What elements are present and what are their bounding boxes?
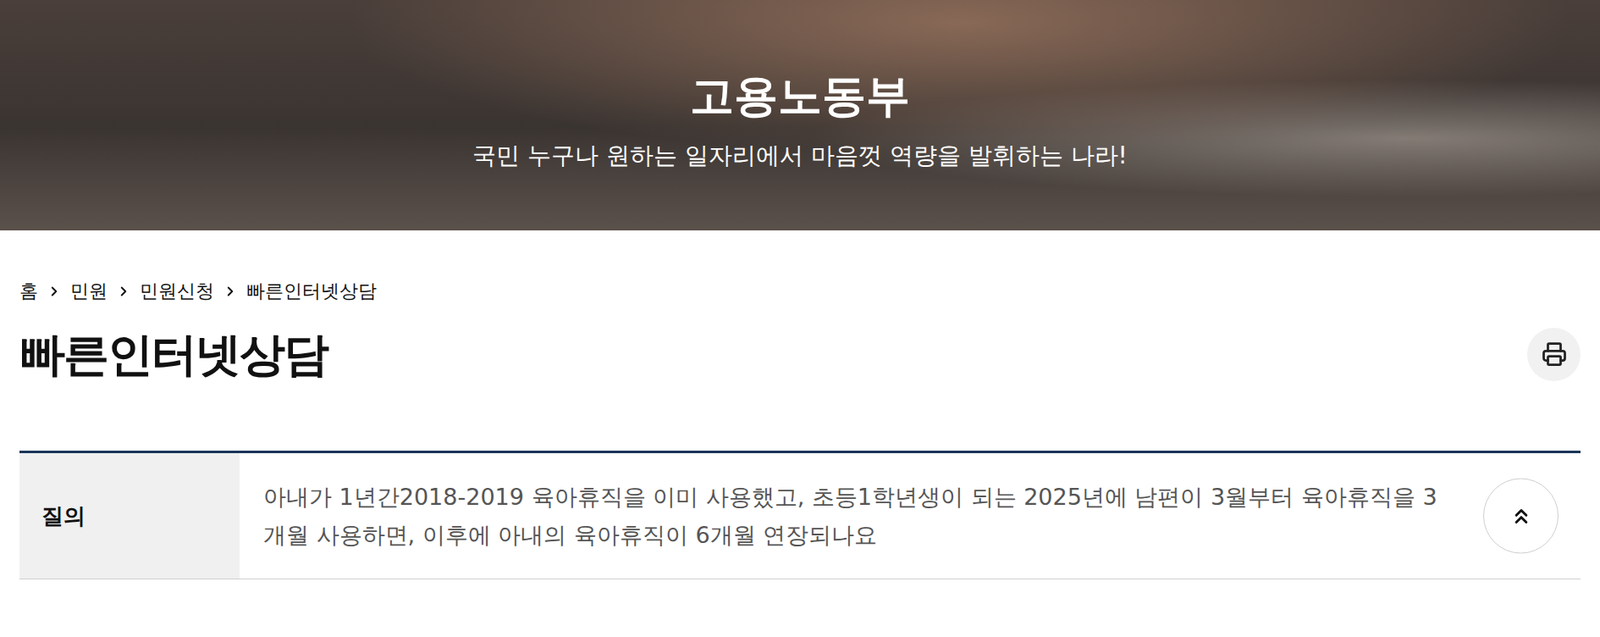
page: 고용노동부국민 누구나 원하는 일자리에서 마음껏 역량을 발휘하는 나라! 홈 민… [0, 0, 1600, 637]
qa-table: 질의아내가 1년간2018-2019 육아휴직을 이미 사용했고, 초등1학년생… [19, 450, 1581, 580]
chevron-right-icon [46, 283, 62, 299]
page-title: 빠른인터넷상담 [19, 325, 328, 384]
breadcrumb-item[interactable]: 민원 [70, 279, 108, 304]
chevron-right-icon [115, 283, 132, 299]
printer-icon [1541, 341, 1567, 367]
chevron-right-icon [222, 283, 238, 299]
title-row: 빠른인터넷상담 [19, 325, 1581, 384]
header-banner: 고용노동부국민 누구나 원하는 일자리에서 마음껏 역량을 발휘하는 나라! [0, 0, 1600, 231]
site-title: 고용노동부 [689, 69, 911, 122]
chevrons-up-icon [1509, 503, 1534, 528]
content: 홈민원민원신청빠른인터넷상담빠른인터넷상담질의아내가 1년간2018-2019 … [0, 230, 1600, 580]
breadcrumb-item[interactable]: 빠른인터넷상담 [246, 279, 377, 304]
row-text: 아내가 1년간2018-2019 육아휴직을 이미 사용했고, 초등1학년생이 … [239, 452, 1581, 579]
print-button[interactable] [1527, 327, 1581, 381]
site-slogan: 국민 누구나 원하는 일자리에서 마음껏 역량을 발휘하는 나라! [472, 140, 1128, 172]
scroll-top-button[interactable] [1483, 478, 1559, 554]
breadcrumb-item[interactable]: 홈 [19, 279, 39, 304]
row-label: 질의 [19, 452, 240, 579]
table-row: 질의아내가 1년간2018-2019 육아휴직을 이미 사용했고, 초등1학년생… [19, 452, 1581, 580]
breadcrumb: 홈 민원 민원신청 빠른인터넷상담 [19, 279, 1581, 304]
breadcrumb-item[interactable]: 민원신청 [139, 279, 215, 304]
